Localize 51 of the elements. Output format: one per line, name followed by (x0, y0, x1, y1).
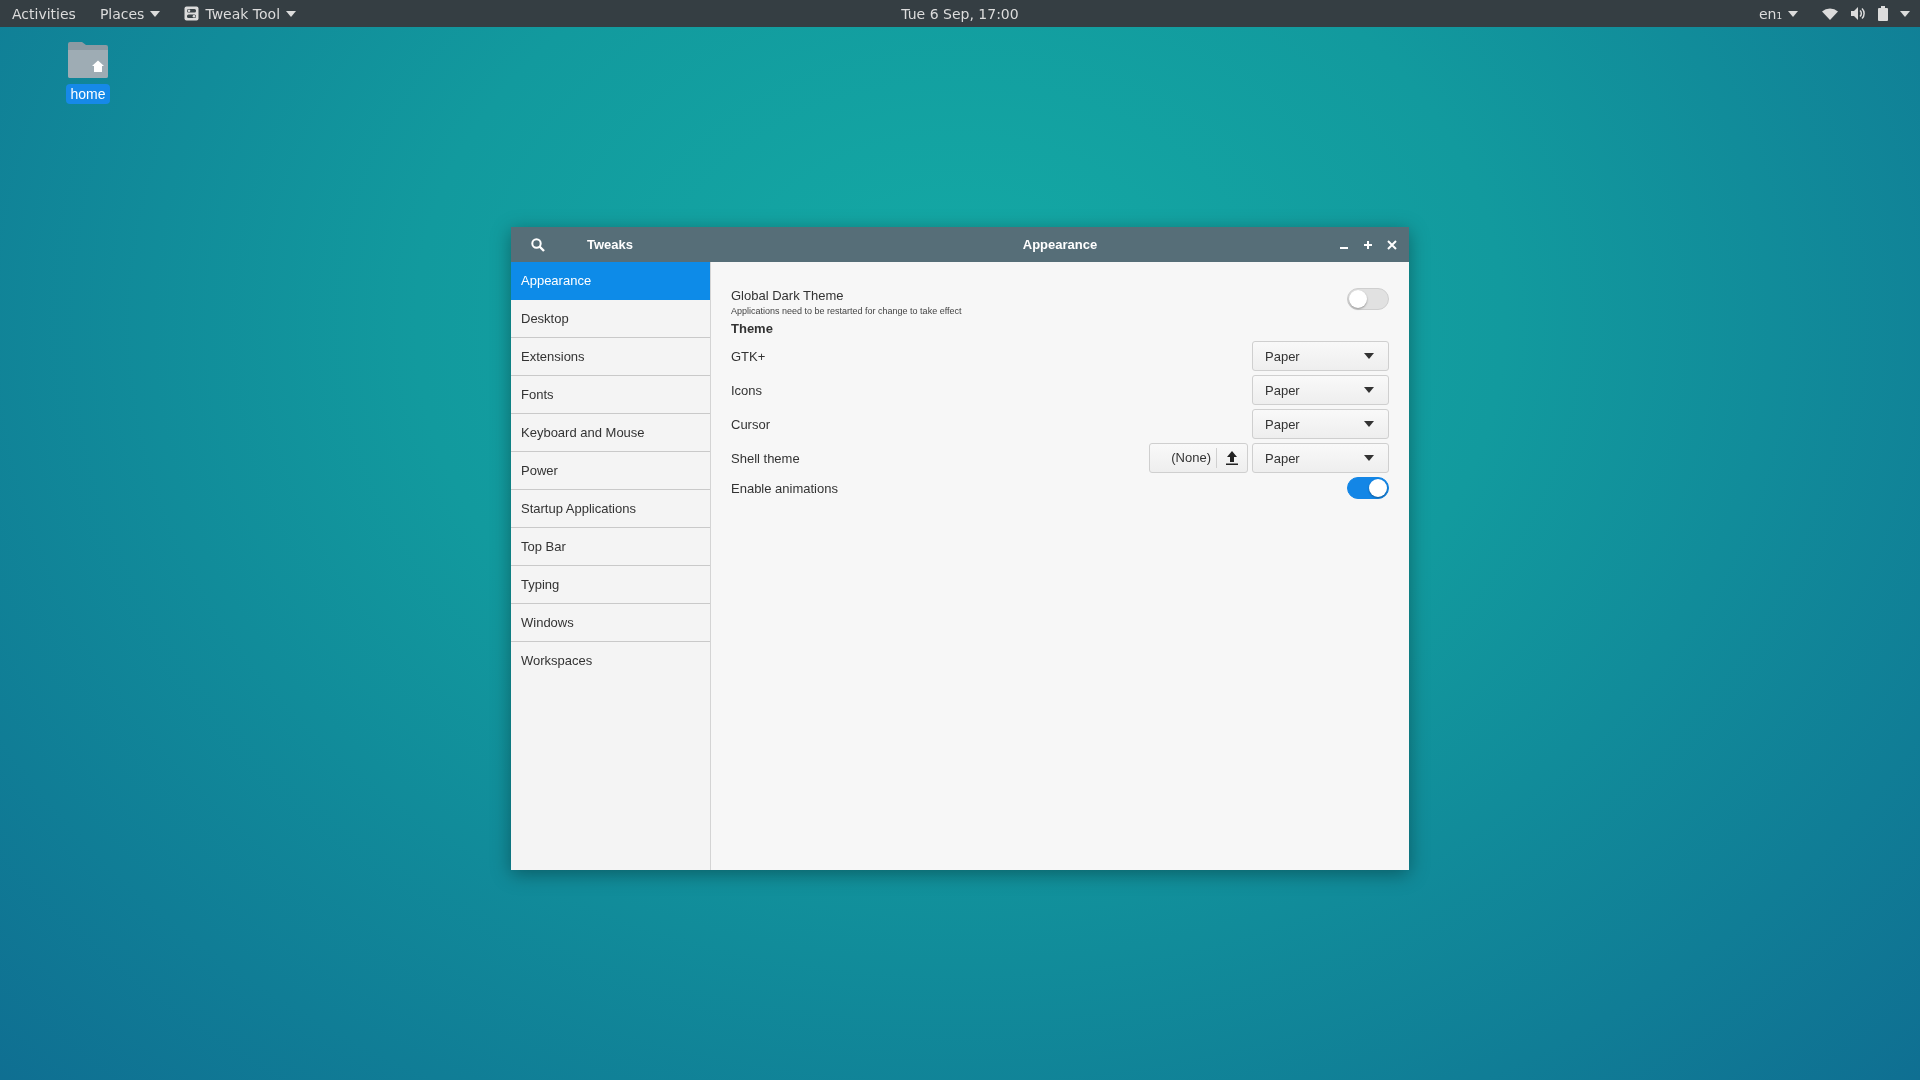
caret-icon (150, 10, 161, 17)
sidebar-item[interactable]: Power (511, 452, 710, 490)
toggle-switch[interactable] (1347, 477, 1389, 499)
search-icon[interactable] (531, 237, 545, 252)
sidebar-item[interactable]: Fonts (511, 376, 710, 414)
setting-label: Cursor (731, 416, 770, 432)
sidebar-item[interactable]: Startup Applications (511, 490, 710, 528)
sidebar-item[interactable]: Extensions (511, 338, 710, 376)
caret-icon (1364, 421, 1374, 427)
window-title: Tweaks (587, 237, 633, 252)
sidebar-item[interactable]: Top Bar (511, 528, 710, 566)
setting-label: Enable animations (731, 480, 838, 496)
caret-icon (1364, 455, 1374, 461)
setting-label: Icons (731, 382, 763, 398)
caret-icon (1900, 10, 1910, 17)
sidebar-item[interactable]: Typing (511, 566, 710, 604)
battery-icon (1878, 6, 1888, 21)
caret-icon (1364, 387, 1374, 393)
wifi-icon (1822, 7, 1838, 20)
upload-icon (1225, 451, 1239, 465)
dropdown[interactable]: Paper (1252, 341, 1389, 371)
app-menu[interactable]: Tweak Tool (172, 0, 309, 27)
setting-label: Global Dark Theme (731, 288, 845, 303)
volume-icon (1850, 6, 1866, 21)
sidebar-item[interactable]: Appearance (511, 262, 710, 300)
folder-icon[interactable] (68, 42, 108, 78)
section-heading: Theme (731, 321, 773, 336)
setting-note: Applications need to be restarted for change to take effect (731, 306, 962, 316)
caret-icon (1788, 10, 1798, 17)
toggle-switch[interactable] (1347, 288, 1389, 310)
toggles-icon (184, 6, 200, 21)
dropdown[interactable]: Paper (1252, 443, 1389, 473)
dropdown[interactable]: Paper (1252, 375, 1389, 405)
activities-button[interactable]: Activities (0, 0, 88, 27)
setting-label: Shell theme (731, 450, 800, 466)
dropdown[interactable]: Paper (1252, 409, 1389, 439)
caret-icon (286, 10, 297, 17)
sidebar-item[interactable]: Workspaces (511, 642, 710, 680)
setting-label: GTK+ (731, 348, 766, 364)
caret-icon (1364, 353, 1374, 359)
sidebar-item[interactable]: Windows (511, 604, 710, 642)
icon-label[interactable]: home (66, 84, 110, 104)
sidebar-item[interactable]: Keyboard and Mouse (511, 414, 710, 452)
keyboard-menu[interactable]: en₁ (1746, 0, 1810, 27)
page-title: Appearance (1022, 237, 1098, 252)
places-menu[interactable]: Places (87, 0, 173, 27)
file-chooser-button[interactable]: (None) (1149, 443, 1248, 473)
maximize-icon[interactable] (1363, 239, 1373, 250)
clock[interactable]: Tue 6 Sep, 17:00 (901, 5, 1019, 22)
sidebar-item[interactable]: Desktop (511, 300, 710, 338)
close-icon[interactable] (1387, 239, 1397, 250)
